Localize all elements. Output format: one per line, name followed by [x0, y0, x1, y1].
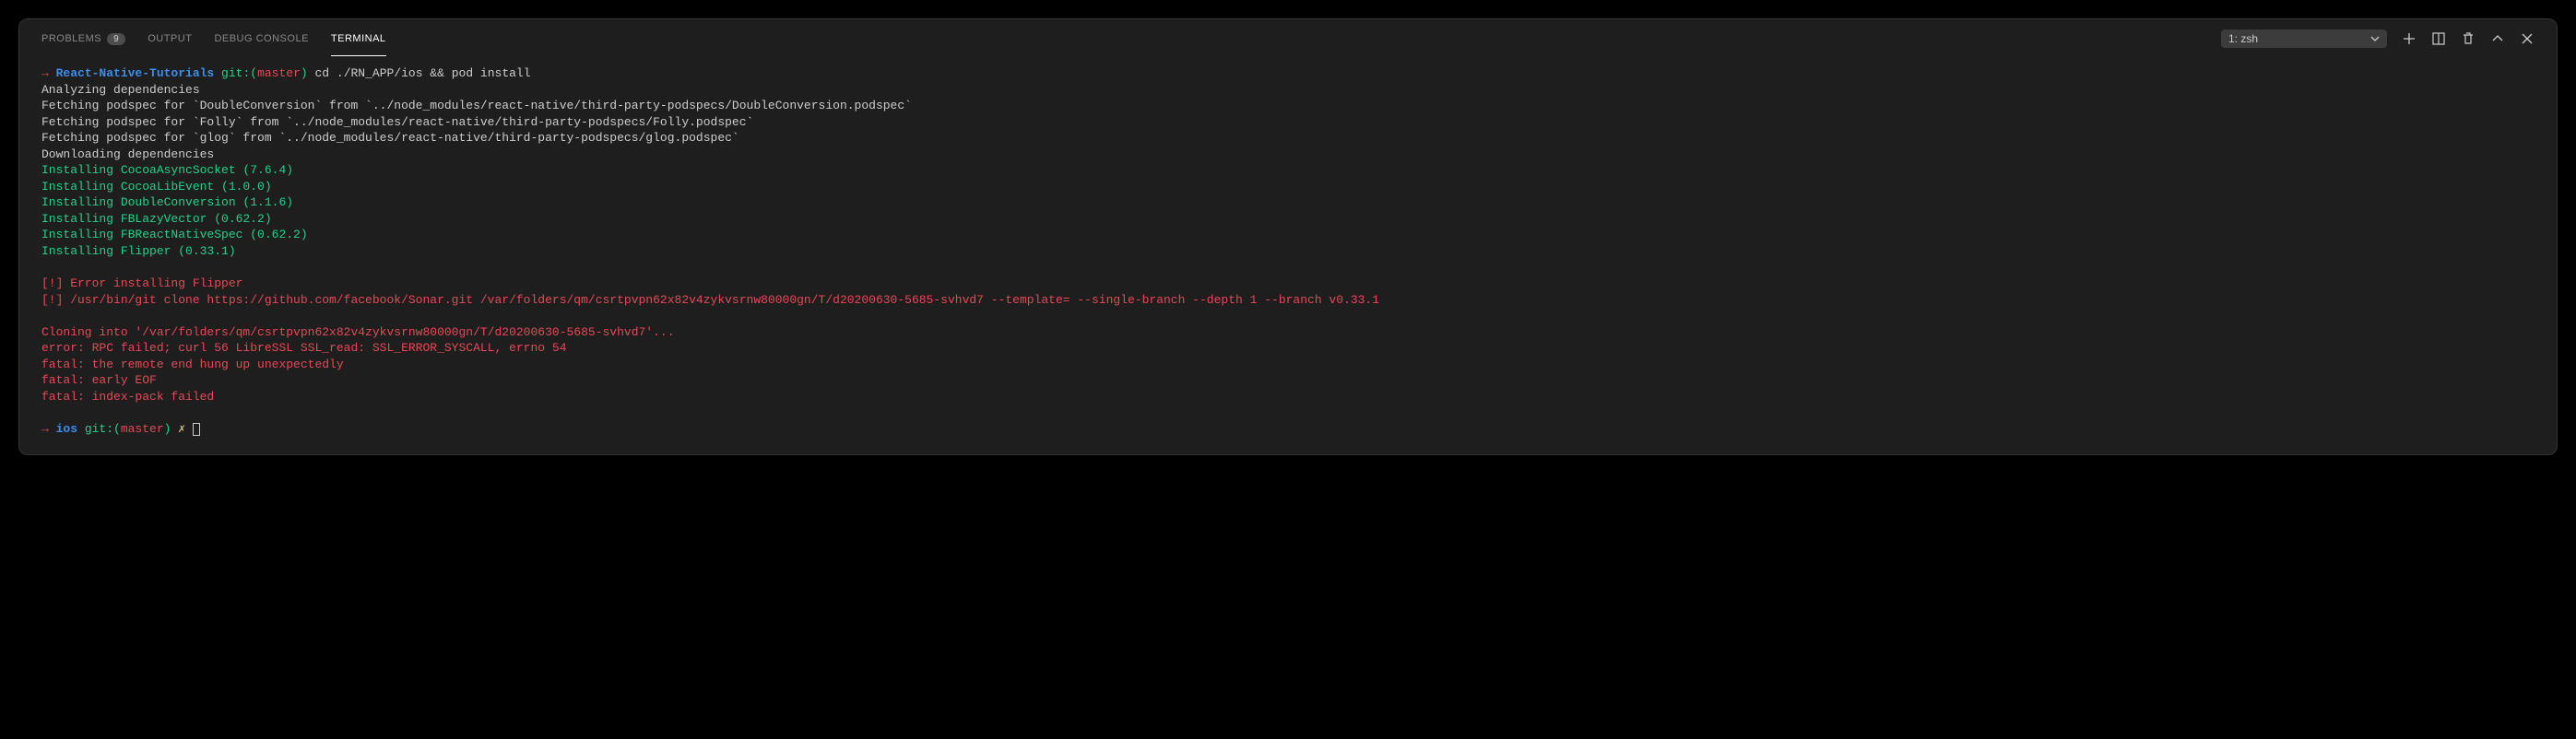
trash-icon	[2461, 31, 2476, 46]
terminal-toolbar: 1: zsh	[2221, 29, 2535, 48]
tab-output[interactable]: OUTPUT	[148, 22, 192, 55]
chevron-down-icon	[2370, 34, 2380, 43]
prompt-arrow: →	[41, 66, 56, 80]
git-label: git:(	[214, 66, 257, 80]
install-line: Installing CocoaAsyncSocket (7.6.4)	[41, 163, 293, 177]
install-line: Installing FBLazyVector (0.62.2)	[41, 212, 272, 226]
tab-list: PROBLEMS 9 OUTPUT DEBUG CONSOLE TERMINAL	[41, 22, 2221, 56]
terminal-output[interactable]: → React-Native-Tutorials git:(master) cd…	[19, 58, 2557, 454]
install-line: Installing Flipper (0.33.1)	[41, 244, 236, 258]
prompt-directory: ios	[56, 422, 77, 436]
tab-terminal-label: TERMINAL	[331, 33, 386, 44]
terminal-panel: PROBLEMS 9 OUTPUT DEBUG CONSOLE TERMINAL…	[18, 18, 2558, 455]
tab-debug-console[interactable]: DEBUG CONSOLE	[214, 22, 308, 55]
output-line: Fetching podspec for `Folly` from `../no…	[41, 115, 753, 129]
close-panel-button[interactable]	[2520, 31, 2535, 46]
kill-terminal-button[interactable]	[2461, 31, 2476, 46]
tab-problems[interactable]: PROBLEMS 9	[41, 22, 125, 56]
tab-output-label: OUTPUT	[148, 33, 192, 44]
prompt-directory: React-Native-Tutorials	[56, 66, 215, 80]
install-line: Installing DoubleConversion (1.1.6)	[41, 195, 293, 209]
output-line: Fetching podspec for `glog` from `../nod…	[41, 131, 739, 145]
prompt-arrow: →	[41, 422, 56, 436]
error-line: fatal: index-pack failed	[41, 390, 214, 404]
dirty-mark: ✗	[171, 422, 192, 436]
close-icon	[2520, 31, 2535, 46]
new-terminal-button[interactable]	[2402, 31, 2416, 46]
git-close-paren: )	[301, 66, 308, 80]
maximize-panel-button[interactable]	[2490, 31, 2505, 46]
error-line: [!] Error installing Flipper	[41, 276, 242, 290]
git-branch: master	[257, 66, 301, 80]
error-line: fatal: the remote end hung up unexpected…	[41, 358, 344, 371]
split-icon	[2431, 31, 2446, 46]
install-line: Installing CocoaLibEvent (1.0.0)	[41, 180, 272, 194]
chevron-up-icon	[2490, 31, 2505, 46]
output-line: Downloading dependencies	[41, 147, 214, 161]
git-label: git:(	[77, 422, 121, 436]
problems-count-badge: 9	[107, 33, 125, 45]
git-branch: master	[121, 422, 164, 436]
command-text: cd ./RN_APP/ios && pod install	[308, 66, 531, 80]
terminal-selector-dropdown[interactable]: 1: zsh	[2221, 29, 2387, 48]
split-terminal-button[interactable]	[2431, 31, 2446, 46]
plus-icon	[2402, 31, 2416, 46]
output-line: Analyzing dependencies	[41, 83, 200, 97]
error-line: fatal: early EOF	[41, 373, 157, 387]
tab-problems-label: PROBLEMS	[41, 33, 101, 44]
panel-tab-bar: PROBLEMS 9 OUTPUT DEBUG CONSOLE TERMINAL…	[19, 19, 2557, 58]
tab-debug-label: DEBUG CONSOLE	[214, 33, 308, 44]
error-line: Cloning into '/var/folders/qm/csrtpvpn62…	[41, 325, 675, 339]
terminal-cursor	[193, 423, 200, 436]
error-line: error: RPC failed; curl 56 LibreSSL SSL_…	[41, 341, 567, 355]
install-line: Installing FBReactNativeSpec (0.62.2)	[41, 228, 308, 241]
tab-terminal[interactable]: TERMINAL	[331, 22, 386, 56]
output-line: Fetching podspec for `DoubleConversion` …	[41, 99, 912, 112]
terminal-selector-value: 1: zsh	[2228, 32, 2258, 45]
error-line: [!] /usr/bin/git clone https://github.co…	[41, 293, 1379, 307]
